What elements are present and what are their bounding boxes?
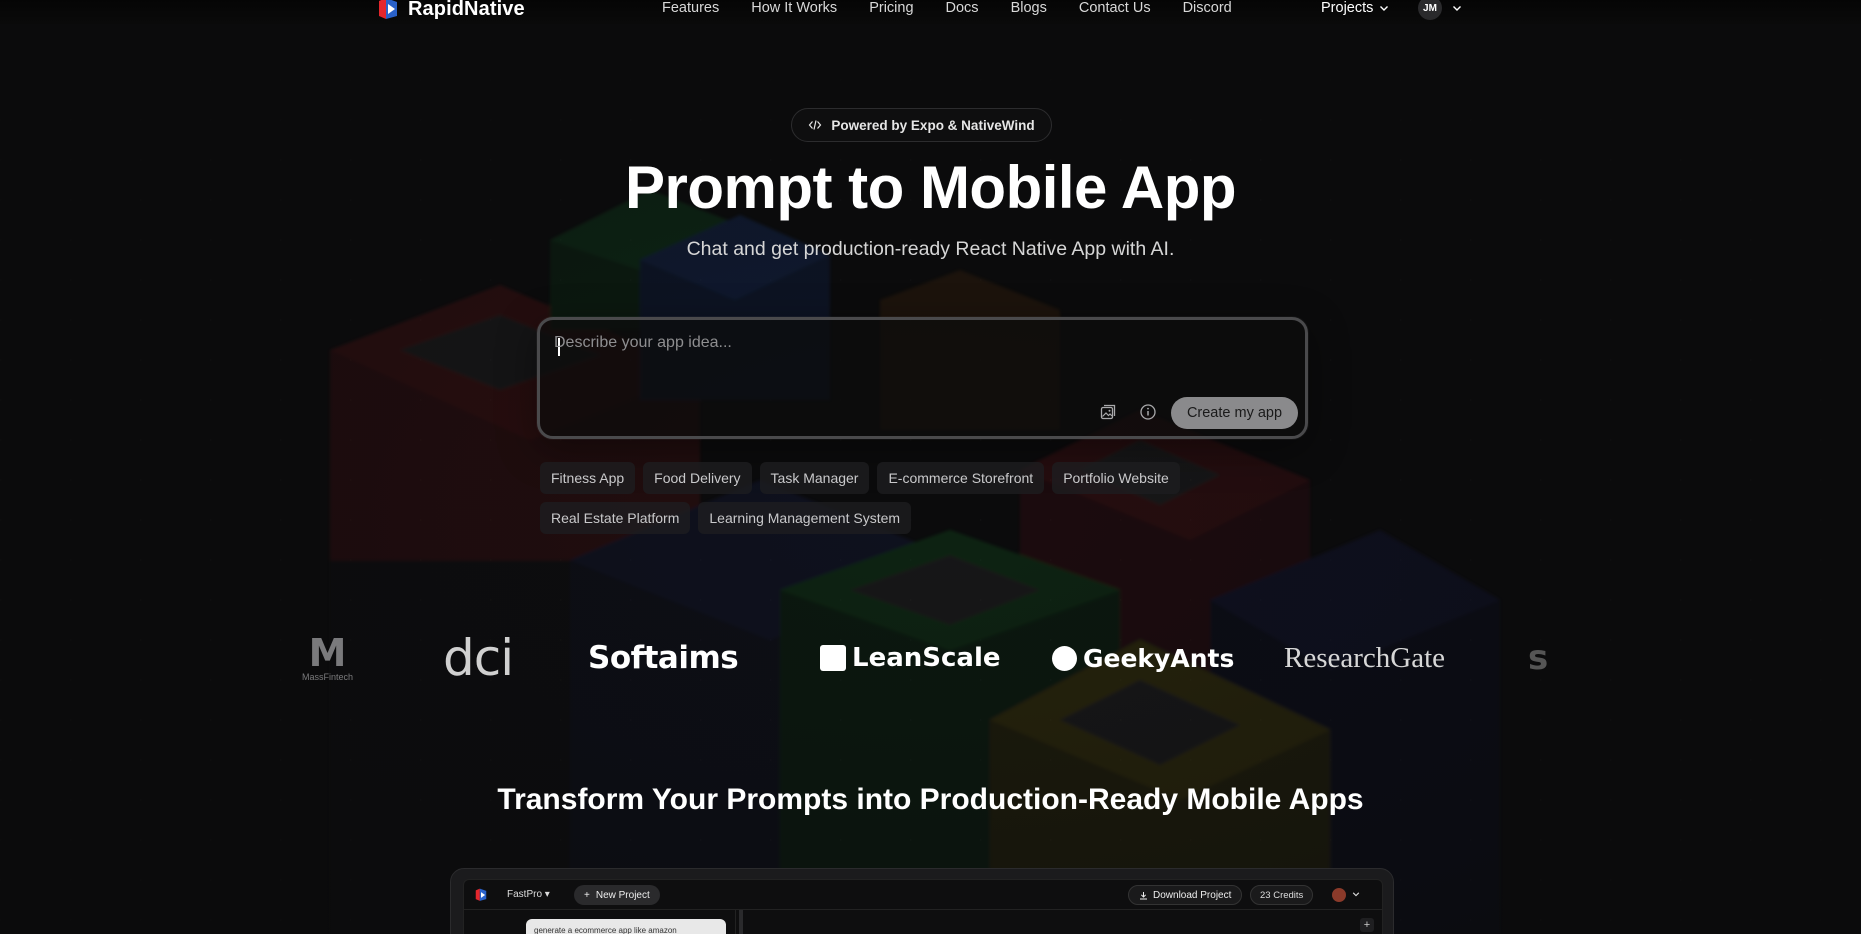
geekyants-mark-icon: [1052, 645, 1077, 671]
preview-chat-message: generate a ecommerce app like amazon: [526, 919, 726, 934]
nav-link-docs[interactable]: Docs: [930, 0, 995, 16]
chevron-down-icon: [1453, 6, 1461, 11]
download-project-button[interactable]: Download Project: [1128, 885, 1243, 905]
customer-logos-strip: M MassFintech dci Softaims LeanScale Gee…: [290, 628, 1580, 688]
nav-link-blogs[interactable]: Blogs: [995, 0, 1063, 16]
researchgate-logo: ResearchGate: [1284, 641, 1446, 674]
brand-name: RapidNative: [408, 0, 525, 20]
suggestion-chip-food-delivery[interactable]: Food Delivery: [643, 462, 752, 494]
geekyants-logo: GeekyAnts: [1052, 628, 1234, 688]
app-preview-frame: FastPro ▾ + New Project Download Project…: [450, 868, 1394, 934]
nav-link-how-it-works[interactable]: How It Works: [735, 0, 853, 16]
suggestion-chip-task-manager[interactable]: Task Manager: [759, 462, 870, 494]
suggestion-chip-learning-management-system[interactable]: Learning Management System: [698, 502, 912, 534]
zoom-in-icon[interactable]: +: [1360, 918, 1374, 932]
nav-links: Features How It Works Pricing Docs Blogs…: [662, 0, 1248, 16]
rapidnative-logo-icon: [475, 888, 487, 901]
image-upload-icon[interactable]: [1099, 403, 1117, 421]
powered-by-badge: Powered by Expo & NativeWind: [791, 108, 1052, 142]
preview-panel-divider[interactable]: [739, 910, 743, 934]
nav-link-contact-us[interactable]: Contact Us: [1063, 0, 1167, 16]
rapidnative-logo-icon: [379, 0, 397, 19]
geekyants-text: GeekyAnts: [1083, 643, 1235, 673]
top-navigation: RapidNative Features How It Works Pricin…: [0, 0, 1861, 24]
chevron-down-icon: [1380, 6, 1389, 11]
prompt-box: Create my app: [537, 317, 1308, 439]
hero-subtitle: Chat and get production-ready React Nati…: [686, 238, 1175, 260]
suggestion-chip-real-estate-platform[interactable]: Real Estate Platform: [540, 502, 691, 534]
preview-project-label: FastPro: [507, 889, 543, 900]
preview-project-name[interactable]: FastPro ▾: [507, 889, 550, 900]
suggestion-chip-ecommerce-storefront[interactable]: E-commerce Storefront: [877, 462, 1045, 494]
code-icon: [809, 120, 822, 130]
preview-avatar[interactable]: [1332, 888, 1346, 902]
massfintech-text: MassFintech: [302, 672, 354, 682]
softaims-logo: Softaims: [588, 640, 739, 676]
download-project-label: Download Project: [1153, 889, 1232, 901]
suggestion-chip-portfolio-website[interactable]: Portfolio Website: [1052, 462, 1180, 494]
suggestion-chip-fitness-app[interactable]: Fitness App: [540, 462, 636, 494]
credits-badge: 23 Credits: [1250, 885, 1314, 905]
leanscale-logo: LeanScale: [820, 628, 1000, 688]
user-menu[interactable]: JM: [1418, 0, 1462, 20]
massfintech-logo: M MassFintech: [302, 628, 353, 688]
partial-logo: s: [1528, 638, 1549, 678]
projects-dropdown[interactable]: Projects: [1321, 0, 1389, 16]
leanscale-text: LeanScale: [852, 643, 1001, 673]
preview-chat-panel: generate a ecommerce app like amazon: [464, 910, 736, 934]
avatar: JM: [1418, 0, 1442, 20]
download-icon: [1140, 891, 1147, 899]
leanscale-mark-icon: [820, 645, 846, 671]
dci-logo: dci: [443, 629, 514, 687]
plus-icon: +: [584, 889, 590, 901]
chevron-down-icon: [1352, 892, 1360, 897]
suggestion-chips: Fitness App Food Delivery Task Manager E…: [540, 462, 1240, 534]
section-title: Transform Your Prompts into Production-R…: [497, 783, 1364, 816]
hero-title: Prompt to Mobile App: [624, 154, 1237, 221]
new-project-button[interactable]: + New Project: [574, 885, 660, 905]
nav-link-discord[interactable]: Discord: [1167, 0, 1248, 16]
projects-label: Projects: [1321, 0, 1374, 16]
massfintech-mark: M: [308, 631, 347, 675]
create-my-app-button[interactable]: Create my app: [1171, 397, 1298, 429]
nav-link-features[interactable]: Features: [662, 0, 735, 16]
app-preview-window: FastPro ▾ + New Project Download Project…: [463, 879, 1383, 934]
preview-toolbar: FastPro ▾ + New Project Download Project…: [464, 880, 1382, 910]
info-icon[interactable]: [1139, 403, 1157, 421]
nav-link-pricing[interactable]: Pricing: [853, 0, 929, 16]
badge-label: Powered by Expo & NativeWind: [831, 117, 1035, 133]
brand-logo[interactable]: RapidNative: [376, 0, 525, 21]
app-idea-input[interactable]: [554, 334, 1284, 374]
new-project-label: New Project: [595, 889, 650, 901]
